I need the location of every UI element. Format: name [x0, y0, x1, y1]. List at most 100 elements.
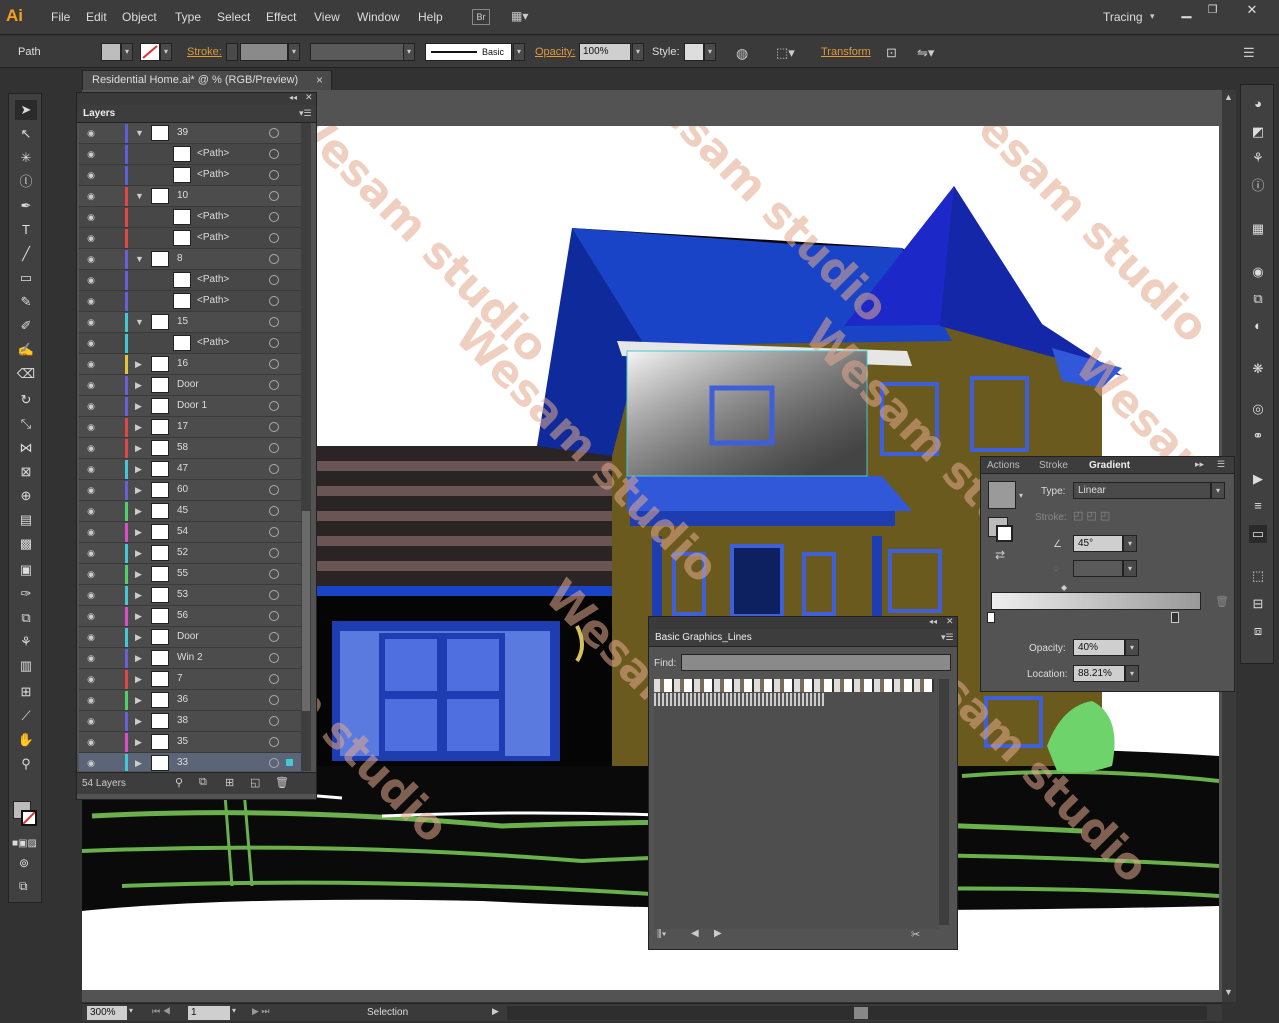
expand-right-icon[interactable]: ▶: [135, 653, 142, 664]
menu-select[interactable]: Select: [217, 10, 250, 24]
gradient-tool-icon[interactable]: ▣: [15, 560, 37, 580]
artboard-number-field[interactable]: 1: [188, 1006, 230, 1020]
stop-opacity-dropdown[interactable]: ▾: [1125, 639, 1139, 656]
target-icon[interactable]: [269, 191, 279, 201]
target-icon[interactable]: [269, 170, 279, 180]
stop-location-field[interactable]: 88.21%: [1073, 665, 1125, 682]
first-artboard-icon[interactable]: ⏮ ◀: [152, 1006, 171, 1017]
menu-window[interactable]: Window: [357, 10, 400, 24]
expand-down-icon[interactable]: ▼: [135, 317, 144, 327]
target-icon[interactable]: [269, 653, 279, 663]
opacity-dropdown[interactable]: ▾: [632, 43, 644, 61]
pen-tool-icon[interactable]: ✒: [15, 196, 37, 216]
color-guide-icon[interactable]: ◕: [1249, 95, 1267, 113]
opacity-label[interactable]: Opacity:: [535, 46, 575, 58]
fill-dropdown[interactable]: ▾: [121, 43, 133, 61]
close-document-icon[interactable]: ×: [316, 73, 323, 87]
make-clipping-mask-icon[interactable]: ⧉: [199, 776, 207, 789]
stroke-weight-field[interactable]: [240, 43, 288, 61]
scroll-up-icon[interactable]: ▲: [1224, 92, 1233, 102]
reverse-gradient-icon[interactable]: ⇄: [995, 548, 1005, 562]
expand-right-icon[interactable]: ▶: [135, 527, 142, 538]
graphic-styles-icon[interactable]: ⧉: [1249, 290, 1267, 308]
status-menu-icon[interactable]: ▶: [492, 1006, 499, 1017]
break-link-icon[interactable]: ✂: [911, 928, 920, 941]
stroke-weight-stepper[interactable]: [226, 43, 238, 61]
target-icon[interactable]: [269, 128, 279, 138]
stop-opacity-field[interactable]: 40%: [1073, 639, 1125, 656]
eye-icon[interactable]: ◉: [85, 569, 97, 579]
tab-basic-graphics-lines[interactable]: Basic Graphics_Lines: [655, 632, 752, 643]
workspace-switcher[interactable]: Tracing: [1103, 10, 1143, 24]
eye-icon[interactable]: ◉: [85, 380, 97, 390]
locate-object-icon[interactable]: ⚲: [175, 776, 183, 789]
layer-row[interactable]: ◉ ▼ 15: [79, 312, 301, 333]
zoom-tool-icon[interactable]: ⚲: [15, 754, 37, 774]
new-layer-icon[interactable]: ◱: [250, 776, 260, 789]
eye-icon[interactable]: ◉: [85, 632, 97, 642]
lasso-tool-icon[interactable]: ⓛ: [15, 172, 37, 192]
eye-icon[interactable]: ◉: [85, 485, 97, 495]
target-icon[interactable]: [269, 548, 279, 558]
menu-help[interactable]: Help: [418, 10, 443, 24]
expand-down-icon[interactable]: ▼: [135, 128, 144, 138]
layer-row[interactable]: ◉ ▶ 45: [79, 501, 301, 522]
layers-scroll-thumb[interactable]: [302, 511, 310, 711]
tab-gradient[interactable]: Gradient: [1089, 460, 1130, 471]
graphic-style-dropdown[interactable]: ▾: [704, 43, 716, 61]
scale-tool-icon[interactable]: ⤡: [15, 414, 37, 434]
swatches-icon[interactable]: ▦: [1249, 220, 1267, 238]
layer-row[interactable]: ◉ ▼ 39: [79, 123, 301, 144]
zoom-field[interactable]: 300%: [87, 1006, 127, 1020]
eye-icon[interactable]: ◉: [85, 716, 97, 726]
layer-row[interactable]: ◉ ▶ Door: [79, 627, 301, 648]
paintbrush-tool-icon[interactable]: ✎: [15, 292, 37, 312]
tab-layers[interactable]: Layers: [83, 108, 115, 119]
layer-row[interactable]: ◉ ▶ 47: [79, 459, 301, 480]
layer-row[interactable]: ◉ ▼ 8: [79, 249, 301, 270]
expand-panel-icon[interactable]: ▸▸: [1195, 459, 1204, 470]
eye-icon[interactable]: ◉: [85, 590, 97, 600]
layers-panel-header[interactable]: ◂◂ ✕: [77, 92, 316, 105]
screen-mode-icon[interactable]: ⧉: [19, 879, 28, 894]
tab-actions[interactable]: Actions: [987, 460, 1020, 471]
close-panel-icon[interactable]: ✕: [305, 92, 313, 103]
target-icon[interactable]: [269, 611, 279, 621]
eye-icon[interactable]: ◉: [85, 191, 97, 201]
eye-icon[interactable]: ◉: [85, 212, 97, 222]
target-icon[interactable]: [269, 506, 279, 516]
eye-icon[interactable]: ◉: [85, 128, 97, 138]
line-tool-icon[interactable]: ╱: [15, 244, 37, 264]
eye-icon[interactable]: ◉: [85, 149, 97, 159]
layer-row[interactable]: ◉ ▶ Door 1: [79, 396, 301, 417]
target-icon[interactable]: [269, 338, 279, 348]
angle-dropdown[interactable]: ▾: [1123, 535, 1137, 552]
eye-icon[interactable]: ◉: [85, 548, 97, 558]
image-trace-icon[interactable]: ◎: [1249, 400, 1267, 418]
target-icon[interactable]: [269, 317, 279, 327]
layer-row[interactable]: ◉ ▶ 16: [79, 354, 301, 375]
perspective-grid-tool-icon[interactable]: ▤: [15, 510, 37, 530]
target-icon[interactable]: [269, 695, 279, 705]
arrange-documents-icon[interactable]: ▦▾: [511, 9, 539, 25]
stop-location-dropdown[interactable]: ▾: [1125, 665, 1139, 682]
menu-effect[interactable]: Effect: [266, 10, 296, 24]
align-panel-icon[interactable]: ⊟: [1249, 595, 1267, 613]
expand-right-icon[interactable]: ▶: [135, 401, 142, 412]
stroke-swatch[interactable]: [140, 43, 160, 61]
target-icon[interactable]: [269, 737, 279, 747]
horizontal-scroll-thumb[interactable]: [854, 1007, 868, 1019]
target-icon[interactable]: [269, 674, 279, 684]
expand-right-icon[interactable]: ▶: [135, 674, 142, 685]
scroll-down-icon[interactable]: ▼: [1224, 987, 1233, 997]
layer-row[interactable]: ◉ ▼ 10: [79, 186, 301, 207]
eye-icon[interactable]: ◉: [85, 296, 97, 306]
target-icon[interactable]: [269, 422, 279, 432]
gradient-presets-dropdown[interactable]: ▾: [1019, 491, 1023, 500]
target-icon[interactable]: [269, 275, 279, 285]
target-icon[interactable]: [269, 149, 279, 159]
shape-builder-tool-icon[interactable]: ⊕: [15, 486, 37, 506]
align-icon[interactable]: ⬚▾: [776, 45, 795, 61]
pathfinder-icon[interactable]: ⧈: [1249, 622, 1267, 640]
symbols-icon[interactable]: ❋: [1249, 360, 1267, 378]
